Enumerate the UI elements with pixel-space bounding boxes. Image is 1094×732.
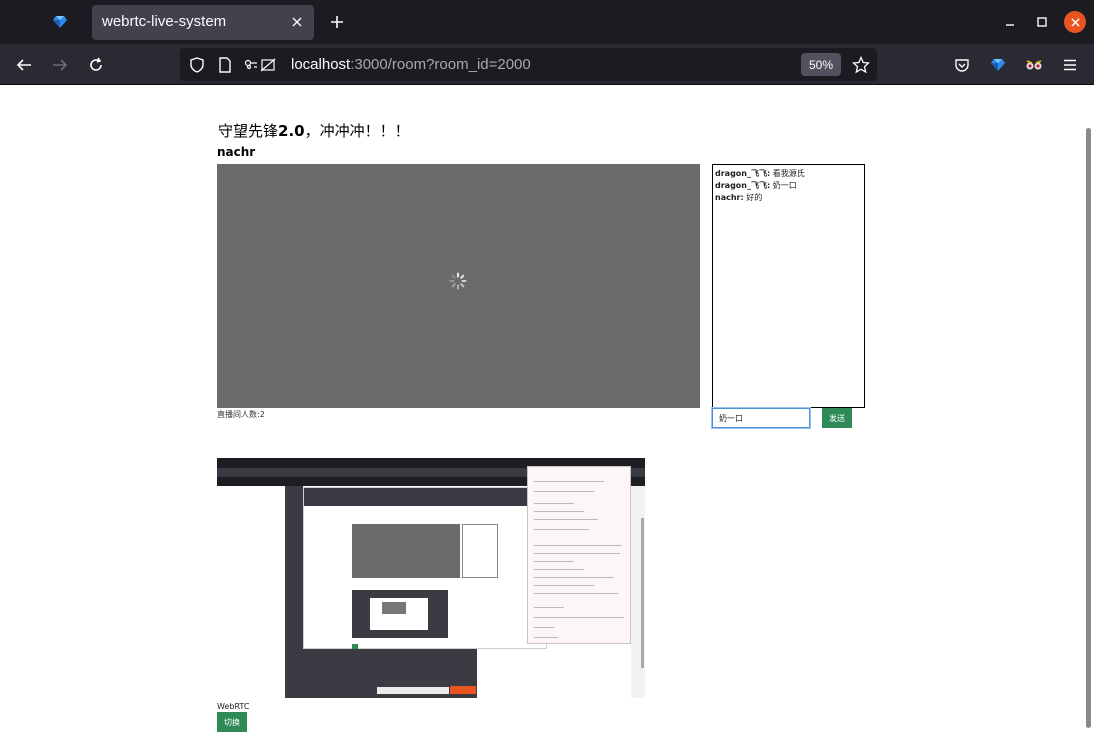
extension-icon xyxy=(1026,60,1042,70)
forward-arrow-icon xyxy=(53,59,68,71)
chat-message: nachr: 好的 xyxy=(715,192,862,204)
tab-title: webrtc-live-system xyxy=(102,13,227,30)
chat-text: 看我源氏 xyxy=(770,169,805,178)
shared-video-thumbnail xyxy=(352,524,460,578)
chat-text: 奶一口 xyxy=(770,181,797,190)
chat-text: 好的 xyxy=(743,193,763,202)
shared-scrollbar xyxy=(641,518,644,668)
chat-message: dragon_飞飞: 看我源氏 xyxy=(715,168,862,180)
menu-line xyxy=(534,593,618,594)
chat-message-box[interactable]: dragon_飞飞: 看我源氏 dragon_飞飞: 奶一口 nachr: 好的 xyxy=(712,164,865,408)
menu-line xyxy=(534,637,558,638)
shared-recursive-video xyxy=(382,602,406,614)
menu-line xyxy=(534,617,624,618)
shared-browser-chrome xyxy=(304,488,548,506)
room-title-prefix: 守望先锋 xyxy=(218,122,279,140)
anchor-name: nachr xyxy=(217,145,256,159)
menu-line xyxy=(534,561,574,562)
shield-icon[interactable] xyxy=(186,54,208,76)
menu-icon xyxy=(1064,59,1076,71)
menu-line xyxy=(534,585,594,586)
spinner-icon xyxy=(449,272,467,290)
page-scrollbar[interactable] xyxy=(1084,88,1092,730)
pocket-icon xyxy=(955,59,969,72)
maximize-button[interactable] xyxy=(1030,10,1054,34)
forward-button[interactable] xyxy=(45,50,75,80)
menu-line xyxy=(534,519,598,520)
switch-button[interactable]: 切换 xyxy=(217,712,247,732)
reload-icon xyxy=(90,57,102,71)
shared-green-button xyxy=(352,644,358,649)
page-icon[interactable] xyxy=(214,54,236,76)
menu-line xyxy=(534,511,584,512)
shared-browser-window xyxy=(303,487,548,649)
menu-line xyxy=(534,491,594,492)
extension-button[interactable] xyxy=(1019,50,1049,80)
url-text[interactable]: localhost:3000/room?room_id=2000 xyxy=(291,56,531,73)
minimize-icon xyxy=(1006,24,1014,26)
live-video-player[interactable] xyxy=(217,164,700,408)
room-title-suffix: ，冲冲冲！！！ xyxy=(304,122,410,140)
close-icon xyxy=(292,17,302,27)
menu-line xyxy=(534,529,589,530)
sapphire-extension-button[interactable] xyxy=(983,50,1013,80)
menu-line xyxy=(534,627,554,628)
window-close-button[interactable] xyxy=(1064,11,1086,33)
menu-line xyxy=(534,503,574,504)
shared-context-menu xyxy=(527,466,631,644)
browser-navbar: localhost:3000/room?room_id=2000 50% xyxy=(0,44,1094,85)
room-title: 守望先锋2.0，冲冲冲！！！ xyxy=(218,120,410,141)
menu-line xyxy=(534,577,614,578)
tab-close-button[interactable] xyxy=(286,11,308,33)
shared-stop-sharing-button xyxy=(450,686,476,694)
zoom-level-badge[interactable]: 50% xyxy=(801,53,841,76)
minimize-button[interactable] xyxy=(998,10,1022,34)
shared-chat-thumbnail xyxy=(462,524,498,578)
menu-line xyxy=(534,553,620,554)
shared-notification-bar xyxy=(377,687,449,694)
menu-line xyxy=(534,607,564,608)
chat-message: dragon_飞飞: 奶一口 xyxy=(715,180,862,192)
chat-username: nachr: xyxy=(715,193,744,202)
back-button[interactable] xyxy=(9,50,39,80)
url-host: localhost xyxy=(291,56,351,73)
permissions-icon[interactable] xyxy=(242,54,278,76)
pinned-tab[interactable] xyxy=(46,8,74,36)
scrollbar-thumb[interactable] xyxy=(1086,128,1091,728)
chat-username: dragon_飞飞: xyxy=(715,181,771,190)
tab-active[interactable]: webrtc-live-system xyxy=(92,5,314,40)
browser-titlebar: webrtc-live-system xyxy=(0,0,1094,44)
back-arrow-icon xyxy=(16,59,31,71)
sapphire-icon xyxy=(53,16,67,28)
maximize-icon xyxy=(1037,17,1047,27)
url-bar[interactable]: localhost:3000/room?room_id=2000 50% xyxy=(180,48,877,81)
chat-username: dragon_飞飞: xyxy=(715,169,771,178)
viewer-count: 直播间人数:2 xyxy=(217,410,265,419)
menu-line xyxy=(534,481,604,482)
screen-share-label: WebRTC xyxy=(217,702,250,711)
new-tab-button[interactable] xyxy=(324,8,350,36)
close-icon xyxy=(1070,17,1080,27)
menu-line xyxy=(534,569,584,570)
plus-icon xyxy=(331,16,343,28)
reload-button[interactable] xyxy=(81,50,111,80)
url-path: :3000/room?room_id=2000 xyxy=(350,56,531,73)
chat-input[interactable] xyxy=(712,408,810,428)
app-menu-button[interactable] xyxy=(1055,50,1085,80)
pocket-button[interactable] xyxy=(947,50,977,80)
send-button[interactable]: 发送 xyxy=(822,408,852,428)
sapphire-icon xyxy=(991,59,1005,71)
room-title-version: 2.0 xyxy=(278,122,305,140)
star-icon[interactable] xyxy=(850,54,872,76)
menu-line xyxy=(534,545,622,546)
screen-share-video[interactable] xyxy=(217,458,645,698)
